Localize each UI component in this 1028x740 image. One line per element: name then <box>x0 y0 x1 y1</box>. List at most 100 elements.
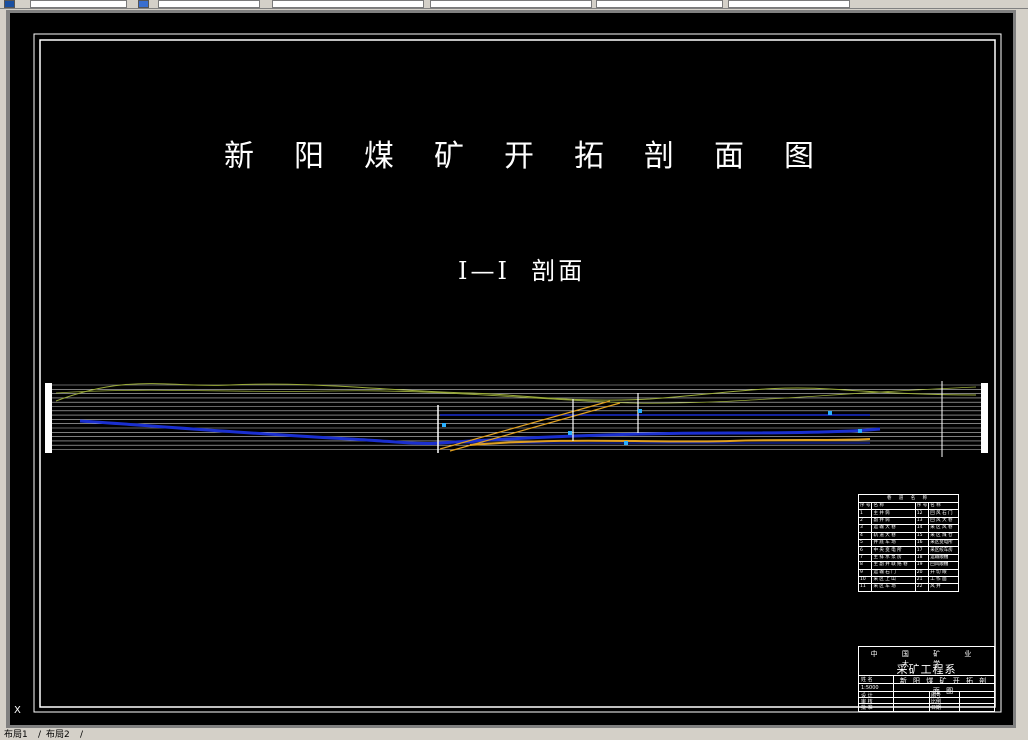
title-char: 拓 <box>574 139 604 174</box>
legend-cell: 序 号 <box>914 501 930 511</box>
legend-cell: 16 <box>914 538 930 548</box>
legend-row: 10 采 区 上 山 21 工 作 面 <box>857 575 959 585</box>
section-profile <box>45 381 988 457</box>
legend-cell: 采 区 车 场 <box>871 583 916 592</box>
legend-cell: 13 <box>914 516 930 526</box>
legend-cell: 主 排 水 泵 房 <box>871 553 916 563</box>
legend-cell: 22 <box>914 583 930 592</box>
legend-cell: 19 <box>914 561 930 570</box>
title-block-row: 批 准 日期 <box>859 703 994 712</box>
lineweight-dropdown[interactable] <box>430 0 592 8</box>
roadway-legend-table: 巷 道 名 称 序 号名 称序 号名 称1主 井 筒 12 回 风 石 门2副 井 … <box>857 494 959 592</box>
color-dropdown[interactable] <box>158 0 260 8</box>
legend-cell: 14 <box>914 524 930 533</box>
legend-cell: 名 称 <box>871 501 916 511</box>
drawing-canvas[interactable]: 新阳煤矿开拓剖面图 I—I 剖面 巷 道 名 称 序 号名 称序 号名 称1主 … <box>10 13 1013 725</box>
legend-cell: 采 区 上 山 <box>871 575 916 585</box>
legend-cell: 2 <box>857 516 873 526</box>
legend-row: 9运 输 石 门 20 开 切 眼 <box>857 568 959 577</box>
legend-cell: 采 区 煤 仓 <box>928 531 959 540</box>
legend-cell: 序 号 <box>857 501 873 511</box>
legend-cell: 8 <box>857 561 873 570</box>
title-char: 矿 <box>434 139 464 174</box>
legend-row: 2副 井 筒 13 回 风 大 巷 <box>857 516 959 526</box>
date-label: 日期 <box>931 705 942 711</box>
layer-icon[interactable] <box>4 0 15 8</box>
legend-cell: 15 <box>914 531 930 540</box>
cad-drawing <box>33 33 1002 713</box>
ucs-icon: X <box>14 705 21 716</box>
legend-cell: 运 输 大 巷 <box>871 524 916 533</box>
linetype-dropdown[interactable] <box>272 0 424 8</box>
legend-cell: 开 切 眼 <box>928 568 959 577</box>
legend-cell: 运 输 石 门 <box>871 568 916 577</box>
properties-icon[interactable] <box>138 0 149 8</box>
legend-cell: 回 风 大 巷 <box>928 516 959 526</box>
legend-cell: 12 <box>914 509 930 518</box>
legend-cell: 回 风 石 门 <box>928 509 959 518</box>
title-char: 阳 <box>294 139 324 174</box>
title-block: 中 国 矿 业 大 学 采矿工程系 姓 名 1:5000 设 计 图号 审 核 … <box>858 646 995 712</box>
legend-cell: 20 <box>914 568 930 577</box>
legend-cell: 17 <box>914 546 930 555</box>
legend-grid: 序 号名 称序 号名 称1主 井 筒 12 回 风 石 门2副 井 筒 13 回 风 大… <box>857 501 959 592</box>
plotstyle-dropdown[interactable] <box>596 0 723 8</box>
legend-cell: 工 作 面 <box>928 575 959 585</box>
legend-cell: 3 <box>857 524 873 533</box>
drawing-name: 新 阳 煤 矿 开 拓 剖 面 图 <box>899 677 989 695</box>
legend-cell: 10 <box>857 575 873 585</box>
legend-row: 8主 副 井 联 络 巷 19 回风顺槽 <box>857 561 959 570</box>
legend-cell: 中 央 变 电 所 <box>871 546 916 555</box>
legend-row: 3运 输 大 巷 14 采 区 风 巷 <box>857 524 959 533</box>
title-char: 新 <box>224 139 254 174</box>
legend-row: 5井 底 车 场 16 采区变电所 <box>857 538 959 548</box>
legend-cell: 风 井 <box>928 583 959 592</box>
legend-cell: 主 井 筒 <box>871 509 916 518</box>
legend-cell: 回风顺槽 <box>928 561 959 570</box>
legend-cell: 5 <box>857 538 873 548</box>
layer-dropdown[interactable] <box>30 0 127 8</box>
title-char: 煤 <box>364 139 394 174</box>
legend-row: 序 号名 称序 号名 称 <box>857 501 959 511</box>
legend-cell: 主 副 井 联 络 巷 <box>871 561 916 570</box>
roadway-marker <box>568 431 572 435</box>
title-char: 开 <box>504 139 534 174</box>
roadway-marker <box>624 441 628 445</box>
legend-row: 1主 井 筒 12 回 风 石 门 <box>857 509 959 518</box>
legend-cell: 7 <box>857 553 873 563</box>
style-dropdown[interactable] <box>728 0 850 8</box>
title-char: 图 <box>784 139 814 174</box>
legend-cell: 采区变电所 <box>928 538 959 548</box>
roadway-marker <box>442 423 446 427</box>
legend-title: 巷 道 名 称 <box>858 494 959 502</box>
legend-cell: 轨 道 大 巷 <box>871 531 916 540</box>
legend-cell: 6 <box>857 546 873 555</box>
title-block-divider <box>893 675 894 711</box>
terrain-line <box>55 383 977 402</box>
legend-cell: 11 <box>857 583 873 592</box>
legend-cell: 9 <box>857 568 873 577</box>
legend-row: 7主 排 水 泵 房 18 运输顺槽 <box>857 553 959 563</box>
roadway-marker <box>828 411 832 415</box>
haulage-roadway <box>469 438 871 446</box>
legend-row: 11 采 区 车 场 22 风 井 <box>857 583 959 592</box>
roadway-marker <box>858 429 862 433</box>
legend-row: 4轨 道 大 巷 15 采 区 煤 仓 <box>857 531 959 540</box>
legend-cell: 副 井 筒 <box>871 516 916 526</box>
legend-cell: 18 <box>914 553 930 563</box>
legend-cell: 名 称 <box>928 501 959 511</box>
title-char: 剖 <box>644 139 674 174</box>
legend-cell: 运输顺槽 <box>928 553 959 563</box>
legend-cell: 采区绞车房 <box>928 546 959 555</box>
legend-row: 6中 央 变 电 所 17 采区绞车房 <box>857 546 959 555</box>
legend-cell: 1 <box>857 509 873 518</box>
section-label: I—I 剖面 <box>458 257 586 285</box>
legend-cell: 采 区 风 巷 <box>928 524 959 533</box>
legend-cell: 4 <box>857 531 873 540</box>
toolbar <box>0 0 1028 9</box>
title-char: 面 <box>714 139 744 174</box>
layout-tabs: 布局1 / 布局2 / <box>0 729 1028 740</box>
legend-cell: 21 <box>914 575 930 585</box>
drawing-title: 新阳煤矿开拓剖面图 <box>224 131 814 175</box>
roadway-marker <box>638 409 642 413</box>
